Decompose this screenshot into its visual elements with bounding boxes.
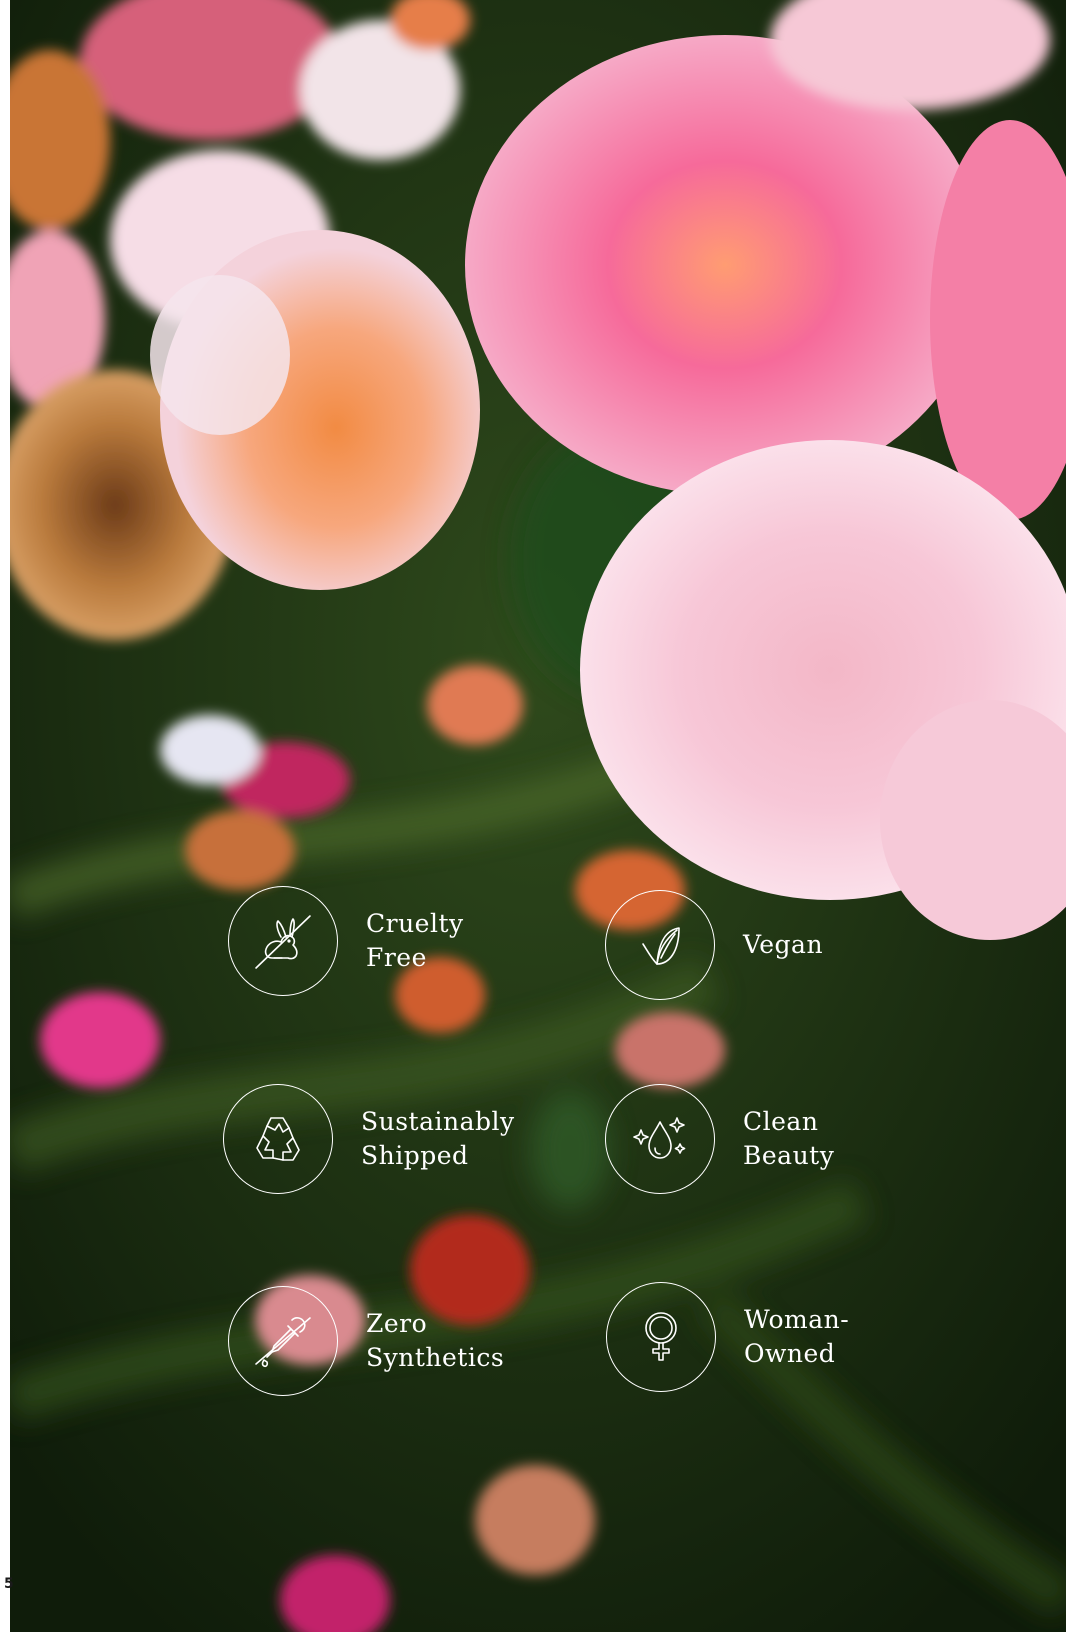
page-number: 5 bbox=[4, 1576, 14, 1592]
badge-cruelty-free: Cruelty Free bbox=[228, 886, 464, 996]
badge-circle bbox=[605, 1084, 715, 1194]
badge-sustainably-shipped: Sustainably Shipped bbox=[223, 1084, 515, 1194]
badge-clean-beauty: Clean Beauty bbox=[605, 1084, 834, 1194]
badge-circle bbox=[228, 886, 338, 996]
rabbit-crossed-icon bbox=[255, 915, 311, 969]
badge-label: Zero Synthetics bbox=[366, 1309, 505, 1372]
badge-label: Sustainably Shipped bbox=[361, 1107, 515, 1170]
badge-woman-owned: Woman- Owned bbox=[606, 1282, 849, 1392]
badge-label: Woman- Owned bbox=[744, 1305, 850, 1368]
badge-zero-synthetics: Zero Synthetics bbox=[228, 1286, 504, 1396]
badge-circle bbox=[605, 890, 715, 1000]
badge-circle bbox=[606, 1282, 716, 1392]
badge-circle bbox=[228, 1286, 338, 1396]
badge-label: Vegan bbox=[743, 930, 824, 959]
badge-vegan: Vegan bbox=[605, 890, 823, 1000]
badge-label: Cruelty Free bbox=[366, 909, 464, 972]
water-drop-sparkle-icon bbox=[633, 1117, 686, 1159]
recycle-icon bbox=[256, 1117, 300, 1161]
photo-background bbox=[10, 0, 1066, 1632]
badge-label: Clean Beauty bbox=[743, 1107, 835, 1170]
rose-bouquet-photo: Cruelty Free Vegan Sustainably Shipped C… bbox=[10, 0, 1066, 1632]
dropper-crossed-icon bbox=[255, 1317, 311, 1368]
leaf-icon bbox=[642, 927, 680, 965]
female-symbol-icon bbox=[645, 1312, 677, 1361]
badge-circle bbox=[223, 1084, 333, 1194]
